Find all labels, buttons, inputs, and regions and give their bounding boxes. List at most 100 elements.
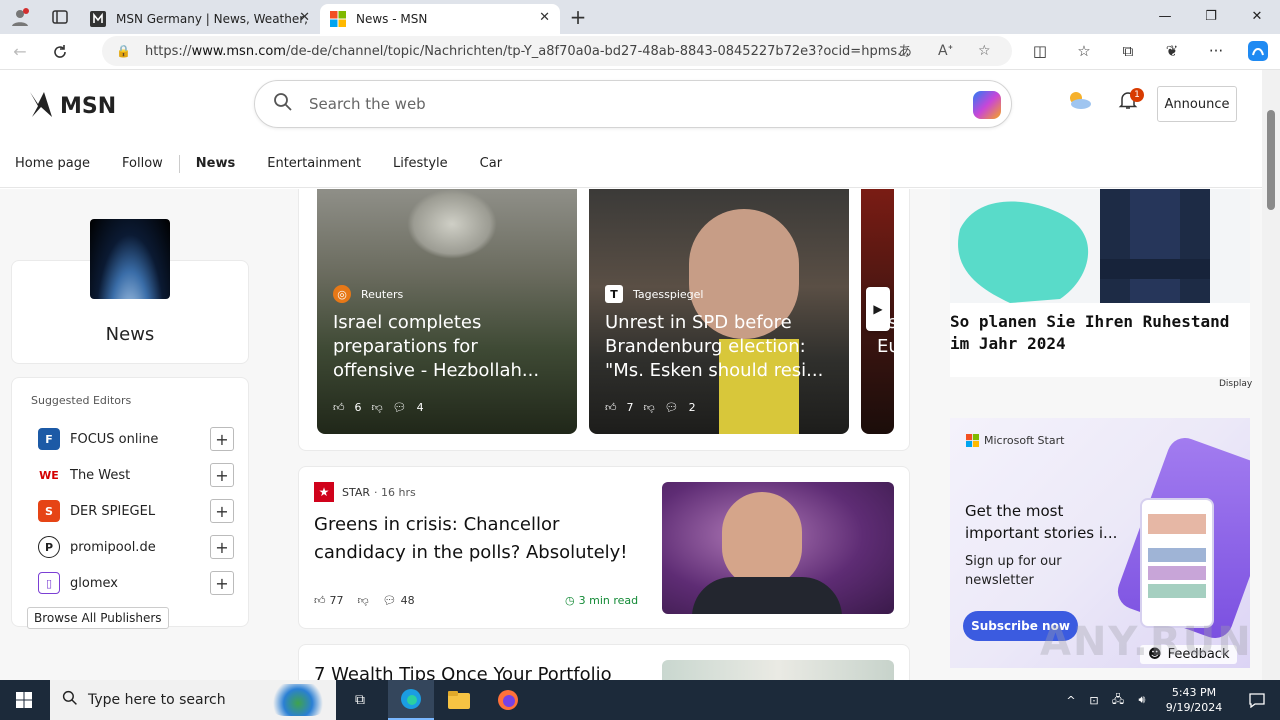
url-domain: www.msn.com [191, 43, 286, 59]
taskbar-file-explorer[interactable] [438, 680, 480, 720]
nav-lifestyle[interactable]: Lifestyle [393, 156, 448, 171]
copilot-icon[interactable] [973, 91, 1001, 119]
translate-icon[interactable]: あ [898, 36, 912, 66]
dislike-icon[interactable]: 👎︎ [358, 594, 369, 607]
comment-icon[interactable]: 💬︎ [383, 594, 397, 607]
collections-icon[interactable]: ⧉ [1108, 34, 1148, 68]
web-search-box[interactable]: Search the web [254, 80, 1012, 128]
editor-name: DER SPIEGEL [70, 503, 156, 519]
nav-news[interactable]: News [196, 156, 235, 171]
browser-tab-bar: MSN Germany | News, Weather, ✕ News - MS… [0, 0, 1280, 34]
tab-actions-icon[interactable] [40, 0, 80, 34]
editor-row: WE The West + [38, 462, 234, 488]
msn-logo[interactable]: MSN [28, 88, 116, 125]
promipool-logo-icon: P [38, 536, 60, 558]
article-2-title[interactable]: 7 Wealth Tips Once Your Portfolio [314, 662, 634, 680]
minimize-icon[interactable]: — [1142, 0, 1188, 32]
volume-icon[interactable]: 🔊︎ [1130, 693, 1154, 707]
msn-butterfly-icon [28, 88, 54, 125]
close-window-icon[interactable]: ✕ [1234, 0, 1280, 32]
read-time-text: 3 min read [578, 594, 639, 607]
article-source: STAR [342, 485, 371, 499]
browse-all-publishers-button[interactable]: Browse All Publishers [27, 607, 169, 629]
follow-plus-icon[interactable]: + [210, 535, 234, 559]
headline: Unrest in SPD before Brandenburg electio… [605, 312, 824, 381]
close-tab-icon[interactable]: ✕ [299, 10, 310, 25]
follow-plus-icon[interactable]: + [210, 499, 234, 523]
url-field[interactable]: 🔒 https://www.msn.com/de-de/channel/topi… [102, 36, 1012, 66]
back-icon[interactable]: ← [0, 35, 40, 69]
extensions-icon[interactable]: ❦ [1152, 34, 1192, 68]
tab-title: News - MSN [356, 12, 428, 26]
split-screen-icon[interactable]: ◫ [1020, 34, 1060, 68]
msn-tab-favicon-icon [90, 11, 106, 27]
comment-icon[interactable]: 💬︎ [665, 401, 679, 414]
network-icon[interactable]: 🖧︎ [1106, 691, 1130, 710]
announce-button[interactable]: Announce [1157, 86, 1237, 122]
close-tab-icon[interactable]: ✕ [539, 10, 550, 25]
carousel-item-tagesspiegel[interactable]: T Tagesspiegel Unrest in SPD before Bran… [589, 189, 849, 434]
editor-name: The West [70, 467, 131, 483]
dislike-icon[interactable]: 👎︎ [644, 401, 655, 414]
tab-msn-germany[interactable]: MSN Germany | News, Weather, ✕ [80, 4, 320, 34]
the-west-logo-icon: WE [38, 464, 60, 486]
taskbar-firefox[interactable] [486, 680, 530, 720]
like-icon[interactable]: 👍︎ [333, 401, 345, 414]
follow-plus-icon[interactable]: + [210, 427, 234, 451]
clock[interactable]: 5:43 PM 9/19/2024 [1154, 685, 1234, 715]
clock-icon: ◷ [565, 594, 575, 607]
follow-plus-icon[interactable]: + [210, 463, 234, 487]
copilot-browser-icon[interactable] [1238, 34, 1278, 68]
profile-icon[interactable] [0, 0, 40, 34]
article-title[interactable]: Greens in crisis: Chancellor candidacy i… [314, 511, 634, 567]
taskbar-search-icon [62, 690, 78, 710]
like-icon[interactable]: 👍︎ [605, 401, 617, 414]
favorites-icon[interactable]: ☆ [1064, 34, 1104, 68]
like-count: 7 [626, 401, 634, 414]
comment-icon[interactable]: 💬︎ [393, 401, 407, 414]
article-2-image [662, 660, 894, 680]
taskbar-search-placeholder: Type here to search [88, 692, 226, 708]
device-icon[interactable]: ⊡ [1082, 694, 1106, 707]
task-view-icon[interactable]: ⧉ [342, 680, 378, 720]
clock-time: 5:43 PM [1171, 686, 1217, 699]
carousel-item-reuters[interactable]: ◎ Reuters Israel completes preparations … [317, 189, 577, 434]
nav-follow[interactable]: Follow [122, 156, 163, 171]
new-tab-icon[interactable]: + [560, 5, 596, 29]
ad-label: Display [1219, 379, 1253, 389]
dislike-icon[interactable]: 👎︎ [372, 401, 383, 414]
source-name: Reuters [361, 287, 404, 301]
read-aloud-icon[interactable]: A͏ᐩ [938, 36, 953, 66]
tab-news-msn[interactable]: News - MSN ✕ [320, 4, 560, 34]
nav-entertainment[interactable]: Entertainment [267, 156, 361, 171]
start-button[interactable] [0, 680, 48, 720]
follow-plus-icon[interactable]: + [210, 571, 234, 595]
carousel-next-icon[interactable]: ▶ [866, 287, 890, 331]
article-time: · 16 hrs [374, 485, 416, 499]
article-image[interactable] [662, 482, 894, 614]
headline: Israel completes preparations for offens… [333, 312, 540, 381]
notifications-icon[interactable] [1234, 692, 1280, 708]
like-icon[interactable]: 👍︎ [314, 594, 326, 607]
weather-icon[interactable] [1066, 90, 1092, 110]
refresh-icon[interactable] [40, 35, 80, 69]
address-toolbar: ← 🔒 https://www.msn.com/de-de/channel/to… [0, 34, 1280, 70]
smoke-image [407, 189, 497, 259]
taskbar-search[interactable]: Type here to search [50, 680, 336, 720]
nav-car[interactable]: Car [480, 156, 502, 171]
show-hidden-icons-icon[interactable]: ^ [1060, 694, 1082, 707]
restore-icon[interactable]: ❐ [1188, 0, 1234, 32]
nav-home-page[interactable]: Home page [15, 156, 90, 171]
search-placeholder: Search the web [309, 95, 426, 113]
focus-online-logo-icon: F [38, 428, 60, 450]
page-scrollbar[interactable] [1262, 70, 1280, 680]
topic-image [90, 219, 170, 299]
scrollbar-thumb[interactable] [1267, 110, 1275, 210]
portrait-suit [692, 577, 842, 614]
display-ad[interactable]: So planen Sie Ihren Ruhestand im Jahr 20… [950, 189, 1250, 377]
taskbar-edge[interactable] [388, 680, 434, 720]
favorite-star-icon[interactable]: ☆ [978, 36, 991, 66]
msn-logo-text: MSN [60, 94, 117, 119]
article-source-line: ★ STAR · 16 hrs [314, 482, 416, 502]
more-menu-icon[interactable]: ··· [1196, 34, 1236, 68]
